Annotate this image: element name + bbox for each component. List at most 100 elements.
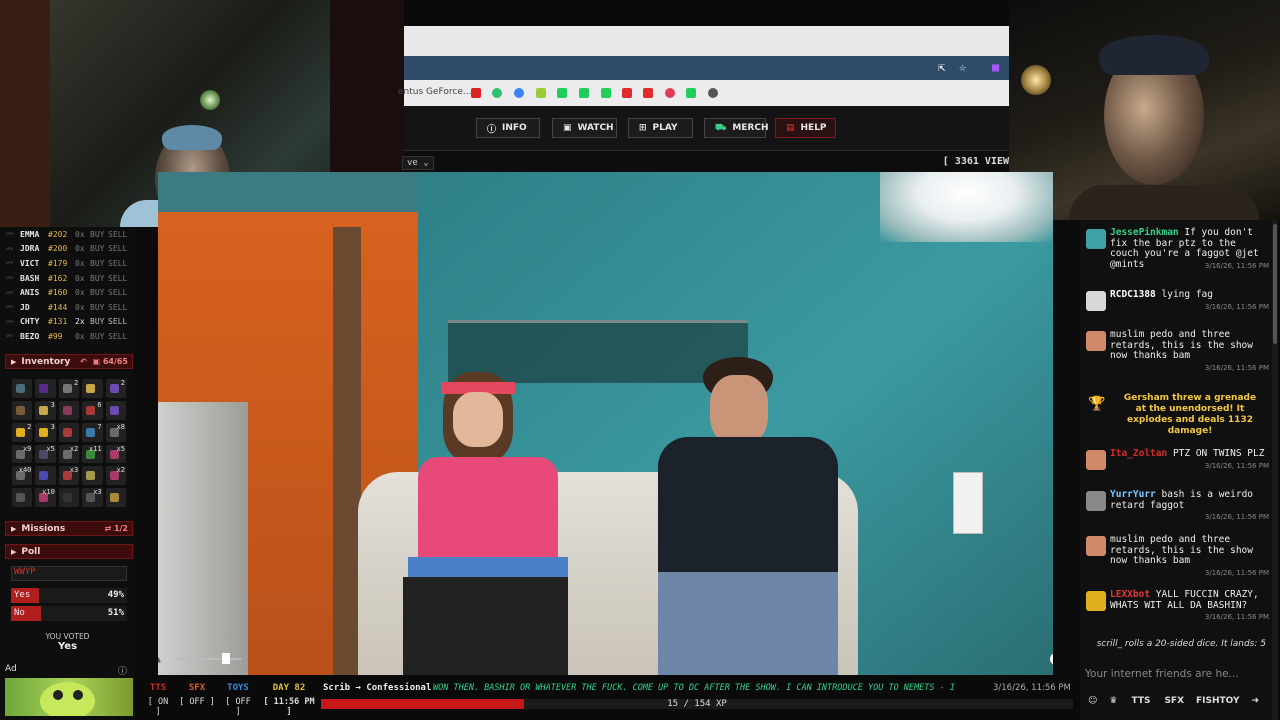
inventory-slot[interactable]: x5 bbox=[35, 444, 56, 464]
address-bar[interactable]: ⇱ ☆ ■ bbox=[404, 56, 1009, 80]
sell-button[interactable]: SELL bbox=[108, 288, 127, 297]
inventory-slot[interactable]: x11 bbox=[82, 444, 103, 464]
inventory-slot[interactable]: x9 bbox=[12, 444, 33, 464]
sell-button[interactable]: SELL bbox=[108, 230, 127, 239]
sfx-toggle[interactable]: SFX [ OFF ] bbox=[179, 683, 215, 707]
sell-button[interactable]: SELL bbox=[108, 259, 127, 268]
undo-icon[interactable]: ↶ bbox=[80, 357, 87, 366]
poll-option-no[interactable]: No 51% bbox=[11, 606, 127, 621]
bookmark-icon[interactable] bbox=[514, 88, 524, 98]
avatar[interactable] bbox=[1086, 491, 1106, 511]
bookmark-icon[interactable] bbox=[536, 88, 546, 98]
inventory-slot[interactable]: 2 bbox=[12, 422, 33, 442]
tts-toggle[interactable]: TTS [ ON ] bbox=[145, 683, 171, 717]
nav-play-button[interactable]: ⊞ PLAY bbox=[628, 118, 693, 138]
nav-watch-button[interactable]: ▣ WATCH bbox=[552, 118, 617, 138]
inventory-header[interactable]: ▶ Inventory ↶ ▣ 64/65 bbox=[5, 354, 133, 369]
bookmark-icon[interactable] bbox=[557, 88, 567, 98]
inventory-slot[interactable]: 6 bbox=[82, 400, 103, 420]
inventory-slot[interactable] bbox=[35, 379, 56, 398]
bookmark-icon[interactable] bbox=[579, 88, 589, 98]
avatar[interactable] bbox=[1086, 229, 1106, 249]
poll-header[interactable]: ▶ Poll bbox=[5, 544, 133, 559]
bookmark-icon[interactable] bbox=[665, 88, 675, 98]
github-icon[interactable] bbox=[708, 88, 718, 98]
tts-button[interactable]: TTS bbox=[1131, 696, 1150, 706]
nav-info-button[interactable]: ⓘ INFO bbox=[476, 118, 540, 138]
buy-button[interactable]: BUY bbox=[90, 288, 104, 297]
emoji-icon[interactable]: ☺ bbox=[1088, 696, 1097, 706]
bookmark-icon[interactable] bbox=[601, 88, 611, 98]
inventory-slot[interactable] bbox=[105, 488, 126, 507]
inventory-slot[interactable] bbox=[58, 400, 80, 420]
sell-button[interactable]: SELL bbox=[108, 317, 127, 326]
chat-username[interactable]: RCDC1388 bbox=[1110, 289, 1156, 300]
box-icon[interactable]: ▣ bbox=[92, 357, 100, 366]
inventory-slot[interactable]: 2 bbox=[58, 379, 80, 398]
inventory-slot[interactable] bbox=[12, 379, 33, 398]
inventory-slot[interactable] bbox=[35, 466, 56, 486]
chat-username[interactable]: Ita_Zoltan bbox=[1110, 448, 1167, 459]
trophy-icon[interactable]: ♛ bbox=[1109, 696, 1117, 706]
sell-button[interactable]: SELL bbox=[108, 274, 127, 283]
sfx-button[interactable]: SFX bbox=[1164, 696, 1184, 706]
buy-button[interactable]: BUY bbox=[90, 317, 104, 326]
info-icon[interactable]: ⓘ bbox=[118, 664, 127, 677]
inventory-slot[interactable]: 3 bbox=[35, 400, 56, 420]
inventory-slot[interactable] bbox=[58, 488, 80, 507]
sell-button[interactable]: SELL bbox=[108, 332, 127, 341]
avatar[interactable] bbox=[1086, 331, 1106, 351]
inventory-slot[interactable]: x10 bbox=[35, 488, 56, 507]
inventory-slot[interactable]: 7 bbox=[82, 422, 103, 442]
inventory-slot[interactable]: x40 bbox=[12, 466, 33, 486]
inventory-slot[interactable]: 2 bbox=[105, 379, 126, 398]
avatar[interactable] bbox=[1086, 291, 1106, 311]
avatar[interactable] bbox=[1086, 536, 1106, 556]
bookmark-geforce[interactable]: entus GeForce... bbox=[398, 87, 471, 97]
bookmark-icon[interactable] bbox=[686, 88, 696, 98]
inventory-slot[interactable]: x8 bbox=[105, 422, 126, 442]
volume-icon[interactable]: 🔈 bbox=[158, 651, 165, 667]
buy-button[interactable]: BUY bbox=[90, 303, 104, 312]
buy-button[interactable]: BUY bbox=[90, 332, 104, 341]
video-player[interactable]: 🔈 bbox=[158, 172, 1053, 675]
ad-banner[interactable] bbox=[5, 678, 133, 716]
chat-username[interactable]: LEXXbot bbox=[1110, 589, 1150, 600]
bookmark-icon[interactable] bbox=[643, 88, 653, 98]
buy-button[interactable]: BUY bbox=[90, 230, 104, 239]
chat-username[interactable]: JessePinkman bbox=[1110, 227, 1179, 238]
sell-button[interactable]: SELL bbox=[108, 303, 127, 312]
missions-header[interactable]: ▶ Missions ⇄ 1/2 bbox=[5, 521, 133, 536]
volume-slider[interactable] bbox=[176, 658, 241, 660]
inventory-slot[interactable]: x5 bbox=[105, 444, 126, 464]
inventory-slot[interactable]: x2 bbox=[105, 466, 126, 486]
inventory-slot[interactable] bbox=[105, 400, 126, 420]
inventory-slot[interactable]: x3 bbox=[58, 466, 80, 486]
extension-icon[interactable]: ■ bbox=[992, 60, 999, 74]
bookmark-icon[interactable] bbox=[622, 88, 632, 98]
sell-button[interactable]: SELL bbox=[108, 244, 127, 253]
inventory-slot[interactable]: x2 bbox=[58, 444, 80, 464]
avatar[interactable] bbox=[1086, 450, 1106, 470]
install-app-icon[interactable]: ⇱ bbox=[938, 60, 945, 74]
inventory-slot[interactable] bbox=[82, 466, 103, 486]
volume-slider-handle[interactable] bbox=[222, 653, 230, 664]
bookmark-star-icon[interactable]: ☆ bbox=[959, 60, 966, 74]
inventory-slot[interactable]: 3 bbox=[35, 422, 56, 442]
poll-option-yes[interactable]: Yes 49% bbox=[11, 588, 127, 603]
bookmark-icon[interactable] bbox=[492, 88, 502, 98]
avatar[interactable] bbox=[1086, 591, 1106, 611]
send-icon[interactable]: ➜ bbox=[1252, 696, 1260, 706]
inventory-slot[interactable] bbox=[12, 488, 33, 507]
toys-toggle[interactable]: TOYS [ OFF ] bbox=[221, 683, 255, 717]
buy-button[interactable]: BUY bbox=[90, 259, 104, 268]
buy-button[interactable]: BUY bbox=[90, 244, 104, 253]
bookmark-icon[interactable] bbox=[471, 88, 481, 98]
swap-icon[interactable]: ⇄ bbox=[104, 524, 111, 533]
fishtoy-button[interactable]: FISHTOY bbox=[1196, 696, 1240, 706]
stream-dropdown[interactable]: ve ⌄ bbox=[402, 156, 434, 170]
nav-help-button[interactable]: ▤ HELP bbox=[775, 118, 836, 138]
inventory-slot[interactable] bbox=[58, 422, 80, 442]
inventory-slot[interactable] bbox=[12, 400, 33, 420]
buy-button[interactable]: BUY bbox=[90, 274, 104, 283]
